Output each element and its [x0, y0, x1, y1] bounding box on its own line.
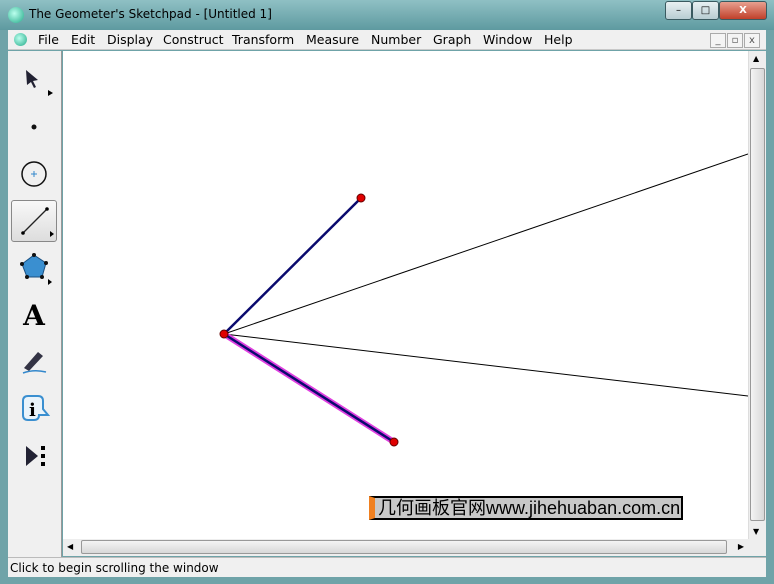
document-icon[interactable]	[14, 33, 27, 46]
point-upper[interactable]	[356, 193, 366, 203]
compass-tool[interactable]	[11, 153, 57, 195]
menu-number[interactable]: Number	[371, 32, 421, 47]
polygon-icon	[20, 253, 52, 285]
horizontal-scrollbar[interactable]: ◀ ▶	[63, 539, 748, 556]
text-tool[interactable]: A	[11, 294, 57, 336]
segment-upper[interactable]	[223, 197, 362, 335]
straightedge-tool[interactable]	[11, 200, 57, 242]
marker-tool[interactable]	[11, 341, 57, 383]
vertical-scrollbar[interactable]: ▲ ▼	[748, 51, 766, 539]
arrow-tool[interactable]	[11, 59, 57, 101]
vertical-scroll-thumb[interactable]	[750, 68, 765, 521]
doc-minimize-button[interactable]: _	[710, 33, 726, 48]
status-bar: Click to begin scrolling the window	[8, 557, 766, 577]
marker-icon	[22, 352, 47, 374]
scroll-corner	[748, 539, 766, 556]
scroll-right-arrow[interactable]: ▶	[738, 542, 744, 551]
maximize-button[interactable]: □	[692, 1, 719, 20]
sketch-canvas[interactable]	[63, 51, 748, 539]
custom-tool[interactable]	[11, 435, 57, 477]
segment-icon	[21, 207, 54, 237]
scroll-left-arrow[interactable]: ◀	[67, 542, 73, 551]
title-bar: The Geometer's Sketchpad - [Untitled 1] …	[0, 0, 774, 30]
app-icon	[8, 7, 24, 23]
svg-text:i: i	[29, 400, 36, 421]
polygon-tool[interactable]	[11, 247, 57, 289]
point-tool[interactable]	[11, 106, 57, 148]
menu-edit[interactable]: Edit	[71, 32, 95, 47]
status-text: Click to begin scrolling the window	[10, 561, 219, 575]
menu-graph[interactable]: Graph	[433, 32, 471, 47]
menu-window[interactable]: Window	[483, 32, 532, 47]
arrow-icon	[26, 70, 53, 96]
toolbox: A i	[8, 51, 62, 557]
sketch-drawing	[219, 153, 748, 447]
circle-icon	[21, 161, 47, 187]
scroll-up-arrow[interactable]: ▲	[753, 54, 759, 63]
custom-tools-icon	[26, 446, 45, 466]
menu-display[interactable]: Display	[107, 32, 153, 47]
doc-close-button[interactable]: x	[744, 33, 760, 48]
horizontal-scroll-thumb[interactable]	[81, 540, 727, 554]
info-icon: i	[22, 395, 51, 421]
close-button[interactable]: X	[719, 1, 767, 20]
point-lower[interactable]	[389, 437, 399, 447]
information-tool[interactable]: i	[11, 388, 57, 430]
watermark: 几何画板官网www.jihehuaban.com.cn	[369, 496, 683, 520]
window-title: The Geometer's Sketchpad - [Untitled 1]	[29, 7, 272, 21]
point-icon	[31, 124, 37, 130]
menu-measure[interactable]: Measure	[306, 32, 359, 47]
ray-upper[interactable]	[223, 153, 748, 335]
scroll-down-arrow[interactable]: ▼	[753, 527, 759, 536]
point-vertex[interactable]	[219, 329, 229, 339]
segment-lower[interactable]	[223, 332, 395, 444]
text-icon: A	[23, 298, 45, 332]
menu-file[interactable]: File	[38, 32, 59, 47]
menu-construct[interactable]: Construct	[163, 32, 224, 47]
menu-help[interactable]: Help	[544, 32, 573, 47]
minimize-button[interactable]: –	[665, 1, 692, 20]
doc-restore-button[interactable]: ▫	[727, 33, 743, 48]
menu-bar: File Edit Display Construct Transform Me…	[8, 30, 766, 50]
menu-transform[interactable]: Transform	[232, 32, 294, 47]
